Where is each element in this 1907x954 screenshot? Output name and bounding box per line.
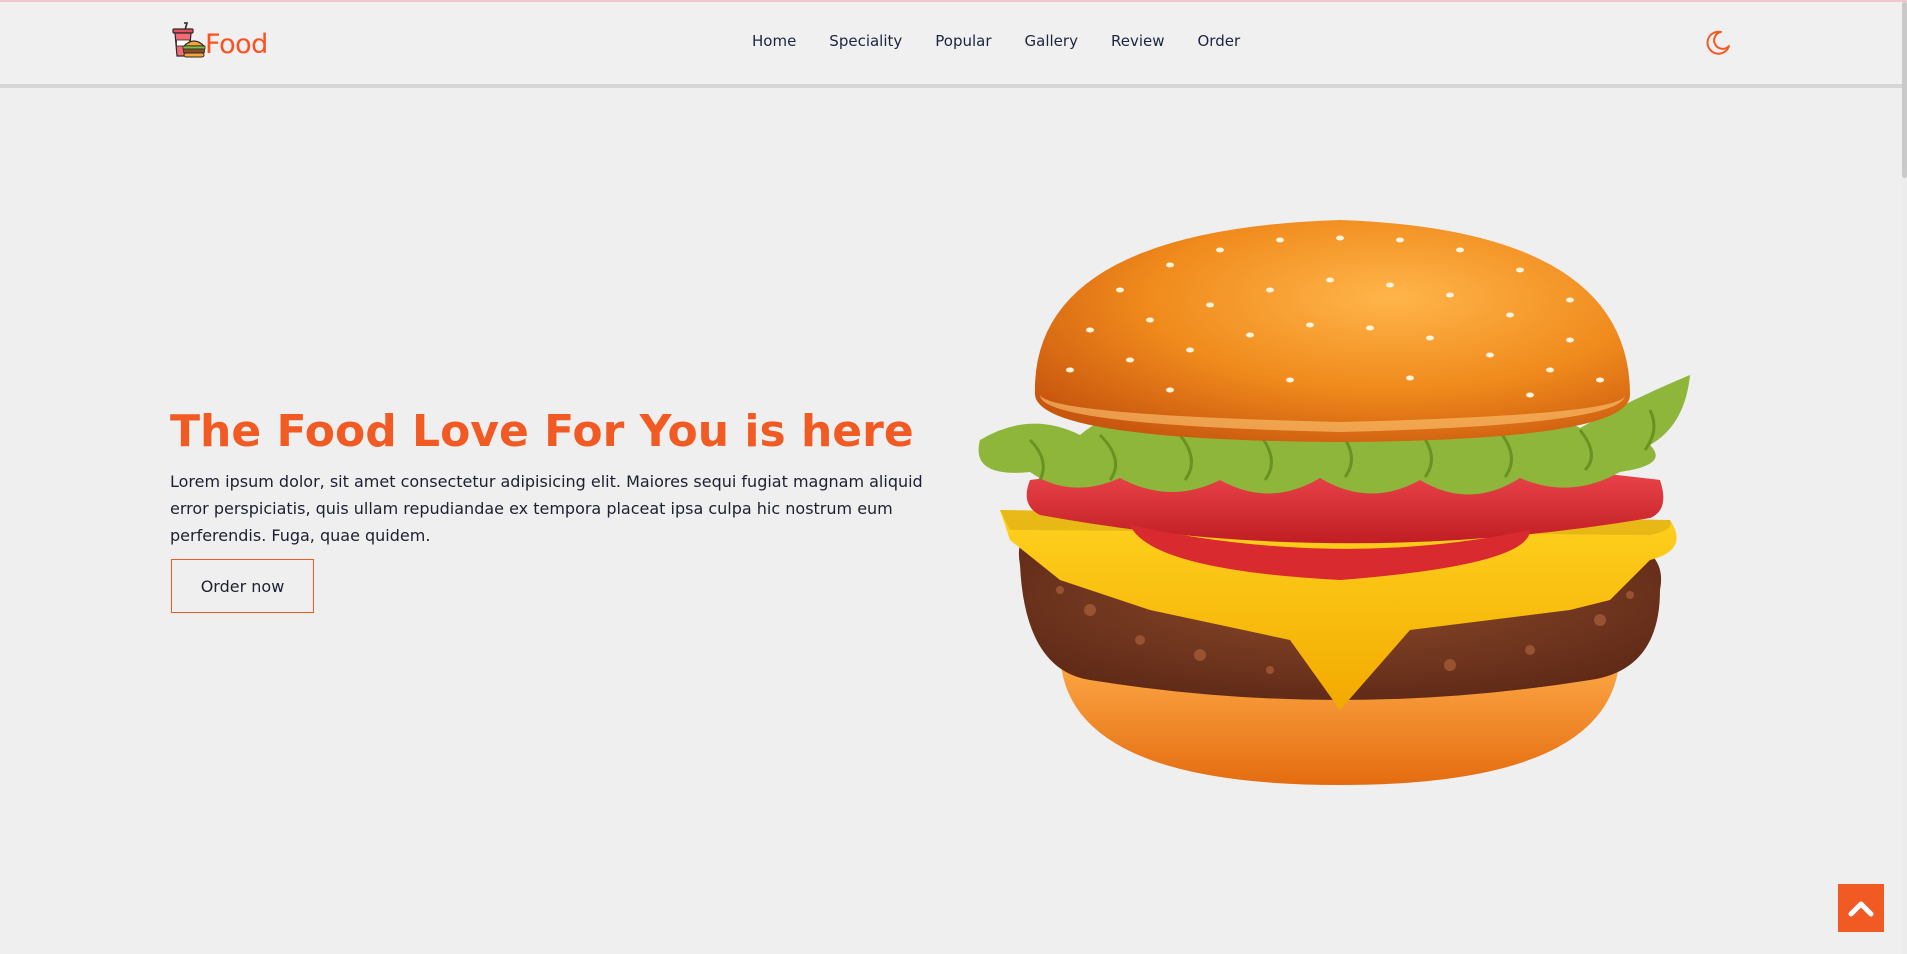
- brand-name: Food: [205, 29, 268, 60]
- chevron-up-icon: [1848, 901, 1874, 917]
- page: Food Home Speciality Popular Gallery Rev…: [0, 0, 1907, 954]
- brand-logo[interactable]: Food: [170, 20, 268, 62]
- burger-image: [978, 220, 1690, 785]
- moon-icon[interactable]: [1704, 29, 1732, 57]
- hero-description: Lorem ipsum dolor, sit amet consectetur …: [170, 472, 923, 545]
- site-header: Food Home Speciality Popular Gallery Rev…: [0, 2, 1907, 88]
- main-nav: Home Speciality Popular Gallery Review O…: [752, 32, 1273, 50]
- nav-item-gallery[interactable]: Gallery: [1025, 32, 1078, 50]
- scrollbar-thumb[interactable]: [1902, 2, 1907, 178]
- nav-item-popular[interactable]: Popular: [935, 32, 991, 50]
- fast-food-icon: [172, 22, 206, 58]
- nav-item-review[interactable]: Review: [1111, 32, 1165, 50]
- hero-title: The Food Love For You is here: [170, 406, 914, 457]
- nav-item-home[interactable]: Home: [752, 32, 796, 50]
- scroll-to-top-button[interactable]: [1838, 884, 1884, 932]
- nav-item-speciality[interactable]: Speciality: [829, 32, 902, 50]
- nav-item-order[interactable]: Order: [1198, 32, 1241, 50]
- order-now-button[interactable]: Order now: [171, 559, 314, 613]
